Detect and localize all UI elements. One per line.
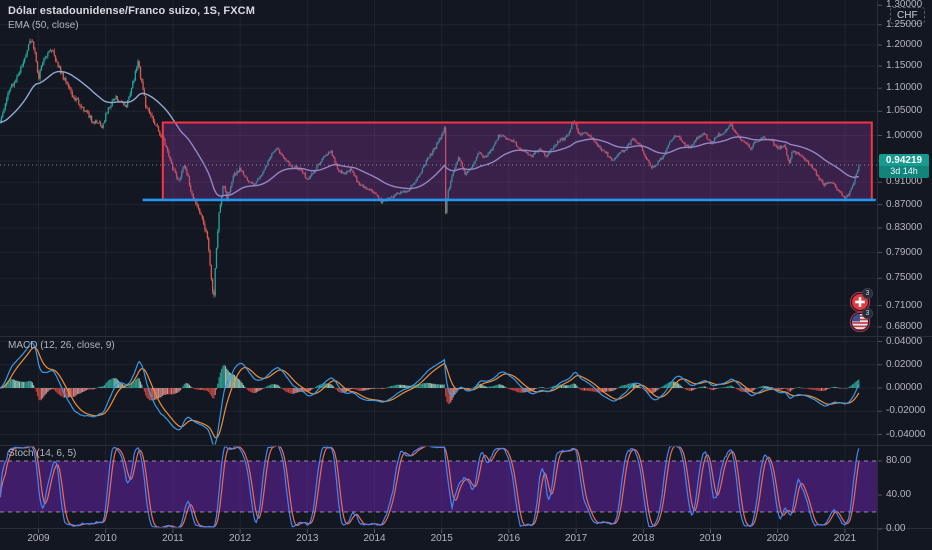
- time-axis[interactable]: [0, 528, 878, 550]
- us-flag-icon[interactable]: 3: [849, 308, 873, 333]
- bar-countdown: 3d 14h: [879, 166, 929, 179]
- trading-chart-window: Dólar estadounidense/Franco suizo, 1S, F…: [0, 0, 932, 550]
- price-axis[interactable]: [878, 0, 932, 528]
- swiss-flag-icon[interactable]: 3: [849, 288, 873, 313]
- currency-button[interactable]: CHF: [890, 7, 925, 24]
- last-price-label: 0.94219 3d 14h: [879, 154, 929, 179]
- last-price-value: 0.94219: [879, 154, 929, 167]
- chart-canvas[interactable]: [0, 0, 932, 550]
